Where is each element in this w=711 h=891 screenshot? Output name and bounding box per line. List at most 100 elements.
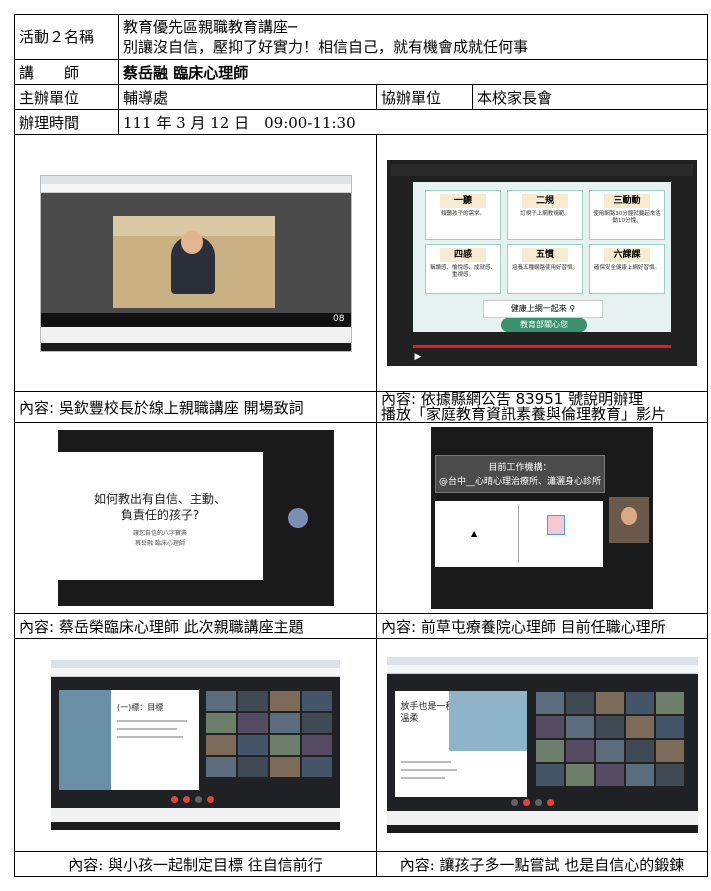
triangle-logo-icon: ▲ [471, 529, 478, 538]
participant-tile[interactable] [534, 763, 565, 787]
caption-2-line2: 播放「家庭教育資訊素養與倫理教育」影片 [381, 405, 667, 423]
browser-address-bar [40, 183, 351, 193]
coorganizer-value: 本校家長會 [471, 84, 709, 110]
download-bar [386, 811, 698, 825]
work-banner: 目前工作機構： @台中__心晴心理治療所、瀟灑身心診所 [435, 455, 605, 493]
caption-1: 內容: 吳欽豐校長於線上親職講座 開場致詞 [14, 391, 377, 423]
tip-card-title: 六課課 [604, 248, 650, 262]
participant-tile[interactable] [205, 690, 237, 712]
organizer-label: 主辦單位 [14, 84, 119, 110]
goal-slide: (一)標：目標 [59, 690, 199, 790]
participant-tile[interactable] [624, 763, 655, 787]
participant-tile[interactable] [564, 763, 595, 787]
photo-internet-video: 一聽 傾聽孩子的需求。 二規 訂規子上網教規範。 三動動 使用網路30分鐘就要起來活動10… [387, 160, 697, 366]
participant-tile[interactable] [534, 691, 565, 715]
participant-tile[interactable] [269, 734, 301, 756]
time-label: 辦理時間 [14, 109, 119, 135]
participant-tile[interactable] [594, 715, 625, 739]
banner-line2: @台中__心晴心理治療所、瀟灑身心診所 [438, 477, 601, 487]
photo-cell-4: 目前工作機構： @台中__心晴心理治療所、瀟灑身心診所 ▲ [375, 422, 709, 614]
tip-card-text: 稱讚感、愉悅感、成就感、重視感。 [429, 265, 496, 278]
tip-card-text: 傾聽孩子的需求。 [440, 211, 485, 217]
slogan-text: 健康上網一起來 [510, 304, 567, 313]
participant-tile[interactable] [624, 739, 655, 763]
photo-cell-5: (一)標：目標 [14, 638, 377, 852]
participant-tile[interactable] [534, 739, 565, 763]
principal-face [180, 229, 203, 254]
participant-tile[interactable] [594, 691, 625, 715]
play-icon[interactable]: ▶ [413, 352, 423, 362]
progress-bar[interactable] [413, 345, 671, 348]
participant-tile[interactable] [564, 691, 595, 715]
participant-tile[interactable] [301, 734, 333, 756]
photo-lecture-topic: 如何教出有自信、主動、 負責任的孩子? 讓您自信的八字寶典 蔡岳融 臨床心理師 [57, 430, 334, 606]
download-bar [51, 808, 340, 822]
participant-tile[interactable] [269, 756, 301, 778]
participant-tile[interactable] [654, 691, 685, 715]
video-slide: 一聽 傾聽孩子的需求。 二規 訂規子上網教規範。 三動動 使用網路30分鐘就要起來活動10… [413, 182, 671, 332]
speaker-label: 講 師 [14, 59, 119, 85]
photo-cell-6: 放手也是一種 溫柔 [375, 638, 709, 852]
caption-2: 內容: 依據縣網公告 83951 號說明辦理 播放「家庭教育資訊素養與倫理教育」… [375, 391, 709, 423]
tip-card-text: 培養五種網路使用好習慣。 [511, 265, 578, 271]
windows-taskbar [40, 342, 351, 351]
tip-card-text: 確保安全健康上網好習慣。 [593, 265, 660, 271]
participant-tile[interactable] [301, 712, 333, 734]
participant-tile[interactable] [594, 763, 625, 787]
participant-tile[interactable] [654, 715, 685, 739]
participant-tile[interactable] [269, 712, 301, 734]
banner-line1: 目前工作機構： [488, 463, 552, 473]
father-child-photo [448, 691, 527, 751]
clinic-logos: ▲ [435, 501, 603, 567]
participant-tile[interactable] [654, 763, 685, 787]
caption-3: 內容: 蔡岳榮臨床心理師 此次親職講座主題 [14, 613, 377, 639]
video-controls[interactable]: 08 [40, 312, 351, 327]
activity-title-line2: 別讓沒自信，壓抑了好實力！相信自己，就有機會成就任何事 [123, 38, 529, 56]
slide-title-line1: 如何教出有自信、主動、 [93, 492, 226, 506]
video-tag: 08 [333, 313, 345, 324]
caption-6: 內容: 讓孩子多一點嘗試 也是自信心的鍛鍊 [375, 851, 709, 877]
participant-tile[interactable] [269, 690, 301, 712]
participant-tile[interactable] [624, 691, 655, 715]
tip-card: 四感 稱讚感、愉悅感、成就感、重視感。 [425, 244, 501, 294]
coorganizer-label: 協辦單位 [376, 84, 473, 110]
photo-principal-speech: 08 [39, 174, 352, 352]
participant-tile[interactable] [594, 739, 625, 763]
activity-record-table: 活動２名稱 教育優先區親職教育講座─ 別讓沒自信，壓抑了好實力！相信自己，就有機… [14, 14, 709, 877]
participant-tile[interactable] [301, 690, 333, 712]
photo-cell-2: 一聽 傾聽孩子的需求。 二規 訂規子上網教規範。 三動動 使用網路30分鐘就要起來活動10… [375, 134, 709, 392]
tip-card-title: 二規 [522, 194, 568, 208]
participant-tile[interactable] [534, 715, 565, 739]
browser-tab-bar [386, 657, 698, 665]
letting-go-slide: 放手也是一種 溫柔 [394, 691, 527, 797]
goal-slide-title: (一)標：目標 [117, 703, 164, 712]
logo-divider [518, 505, 519, 563]
participant-tile[interactable] [205, 756, 237, 778]
participant-tile[interactable] [237, 756, 269, 778]
participant-tile[interactable] [205, 734, 237, 756]
participant-tile[interactable] [205, 712, 237, 734]
participant-tile[interactable] [624, 715, 655, 739]
participant-tile[interactable] [237, 734, 269, 756]
photo-speaker-background: 目前工作機構： @台中__心晴心理治療所、瀟灑身心診所 ▲ [431, 427, 653, 609]
browser-tab-bar [40, 175, 351, 184]
participant-tile[interactable] [237, 690, 269, 712]
meeting-controls[interactable] [171, 796, 221, 804]
participant-tile[interactable] [654, 739, 685, 763]
slide-subtitle-2: 蔡岳融 臨床心理師 [135, 540, 185, 547]
participant-tile[interactable] [237, 712, 269, 734]
participant-tile[interactable] [564, 739, 595, 763]
activity-label: 活動２名稱 [14, 14, 119, 60]
tip-card: 二規 訂規子上網教規範。 [507, 190, 583, 240]
browser-address-bar [51, 668, 340, 677]
browser-address-bar [386, 665, 698, 674]
participant-tile[interactable] [564, 715, 595, 739]
player-header [391, 164, 693, 176]
caption-4: 內容: 前草屯療養院心理師 目前任職心理所 [375, 613, 709, 639]
video-frame [112, 215, 275, 308]
meeting-controls[interactable] [510, 799, 571, 807]
slide-subtitle-1: 讓您自信的八字寶典 [132, 530, 187, 537]
speaker-value: 蔡岳融 臨床心理師 [117, 59, 709, 85]
participant-tile[interactable] [301, 756, 333, 778]
speaker-video-tile [609, 497, 649, 543]
